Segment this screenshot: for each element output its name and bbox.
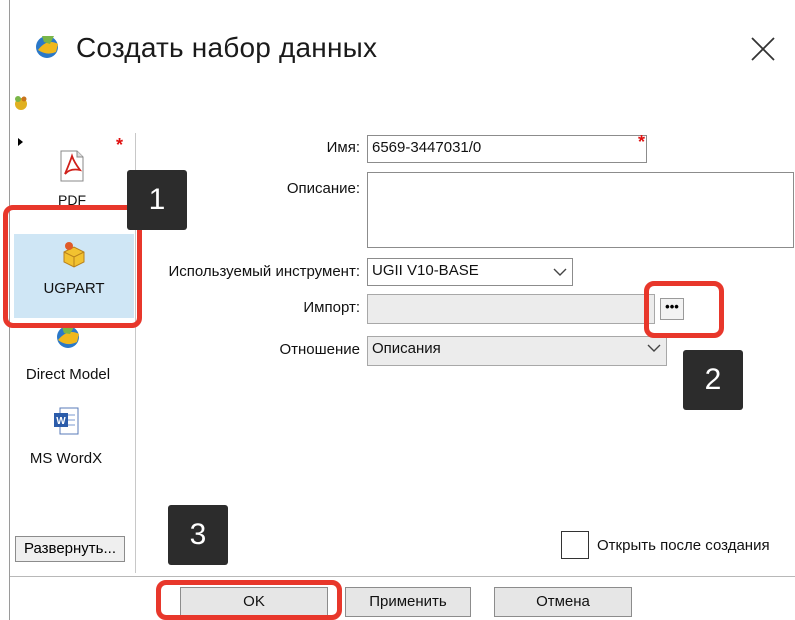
type-item-direct-model[interactable]: Direct Model	[8, 322, 128, 386]
open-after-create-label: Открыть после создания	[597, 537, 770, 554]
current-row-marker-icon	[18, 138, 23, 146]
import-input[interactable]	[367, 294, 655, 324]
cancel-button[interactable]: Отмена	[494, 587, 632, 617]
wizard-icon[interactable]	[12, 93, 30, 111]
tool-select[interactable]: UGII V10-BASE	[367, 258, 573, 286]
step2-highlight	[644, 281, 724, 338]
tool-label: Используемый инструмент:	[168, 263, 360, 280]
close-icon[interactable]	[748, 34, 778, 64]
step2-badge: 2	[683, 350, 743, 410]
relation-label: Отношение	[279, 341, 360, 358]
word-doc-icon: W	[54, 407, 79, 435]
open-after-create-checkbox[interactable]	[561, 531, 589, 559]
create-dataset-dialog: Создать набор данных * PDF UGPART Direct…	[0, 0, 795, 620]
dataset-app-icon	[36, 36, 58, 58]
dialog-title: Создать набор данных	[76, 32, 378, 63]
import-label: Импорт:	[303, 299, 360, 316]
name-label: Имя:	[326, 139, 360, 156]
expand-button[interactable]: Развернуть...	[15, 536, 125, 562]
description-textarea[interactable]	[367, 172, 794, 248]
svg-text:W: W	[56, 416, 66, 427]
step1-highlight	[3, 205, 142, 328]
description-label: Описание:	[286, 180, 360, 197]
type-item-ms-wordx[interactable]: W MS WordX	[6, 406, 126, 470]
step1-badge: 1	[127, 170, 187, 230]
tool-select-value: UGII V10-BASE	[372, 262, 479, 279]
relation-select[interactable]: Описания	[367, 336, 667, 366]
bottom-separator	[10, 576, 795, 577]
relation-select-value: Описания	[372, 340, 441, 357]
pdf-icon	[60, 150, 84, 182]
chevron-down-icon	[647, 344, 661, 352]
apply-button[interactable]: Применить	[345, 587, 471, 617]
type-item-label: MS WordX	[29, 450, 103, 467]
step3-badge: 3	[168, 505, 228, 565]
chevron-down-icon	[553, 268, 567, 276]
step3-highlight	[156, 580, 342, 620]
name-input[interactable]: 6569-3447031/0	[367, 135, 647, 163]
type-item-label: Direct Model	[25, 366, 111, 383]
name-required-mark: *	[638, 132, 646, 152]
